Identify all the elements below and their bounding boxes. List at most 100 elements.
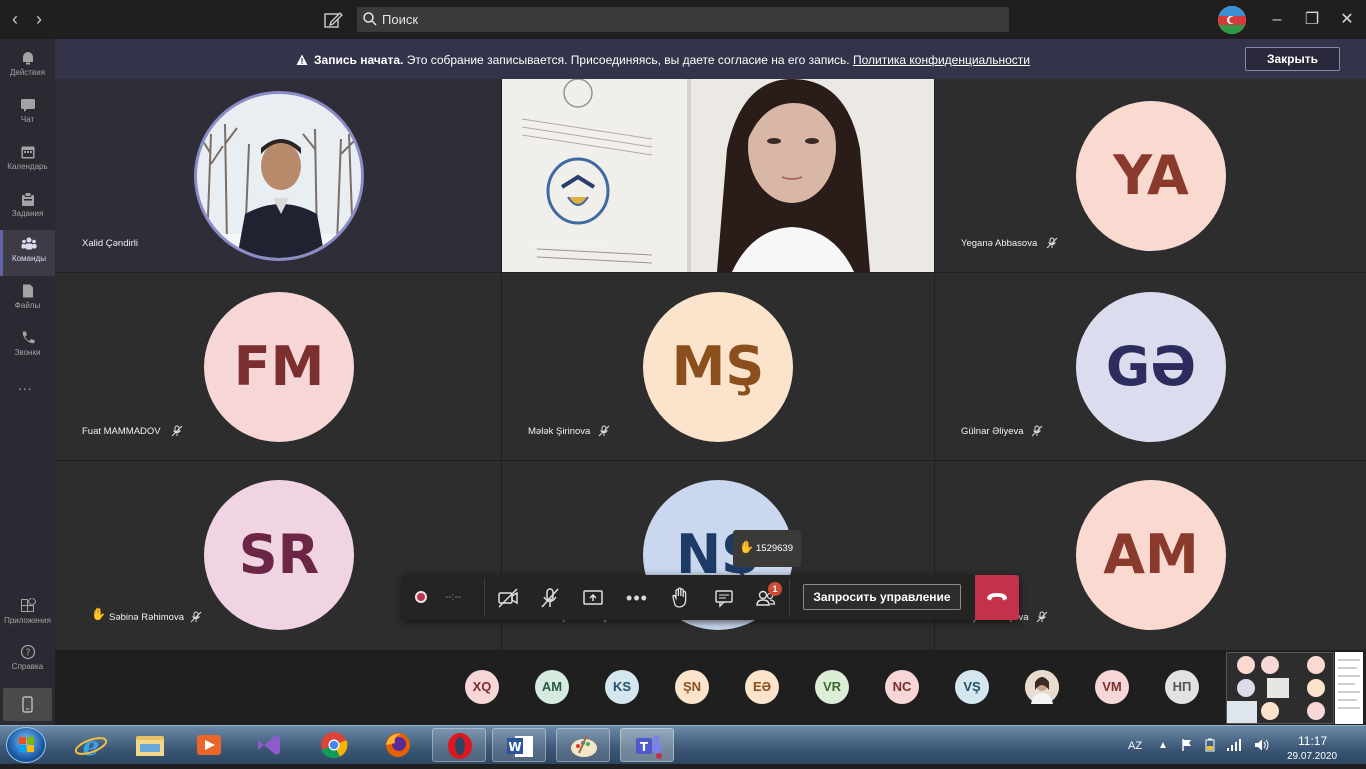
rail-item-files[interactable]: Файлы [0,277,55,323]
taskbar-explorer[interactable] [123,728,177,762]
privacy-link[interactable]: Политика конфиденциальности [853,53,1030,67]
strip-participant[interactable]: VM [1095,670,1129,704]
camera-off-icon [498,588,518,608]
chat-button[interactable] [711,585,737,611]
hang-up-button[interactable] [975,575,1019,620]
raised-hand-icon: ✋ [739,540,754,554]
start-button[interactable] [6,727,46,763]
participant-name: Səbinə Rəhimova [109,612,184,623]
video-tile[interactable]: FM Fuat MAMMADOV [55,273,501,460]
rail-item-calls[interactable]: Звонки [0,324,55,370]
video-tile[interactable]: AM Anya Məmişova [935,461,1366,650]
taskbar-visual-studio[interactable] [241,728,295,762]
close-banner-button[interactable]: Закрыть [1245,47,1340,71]
rail-item-help[interactable]: ? Справка [0,638,55,674]
participant-initials: MŞ [643,292,793,442]
clock-date[interactable]: 29.07.2020 [1287,751,1337,762]
strip-participant[interactable]: NC [885,670,919,704]
taskbar-chrome[interactable] [307,728,361,762]
taskbar-teams[interactable]: T [620,728,674,762]
participant-photo [1025,670,1059,704]
strip-participant[interactable]: KS [605,670,639,704]
participant-initials: FM [204,292,354,442]
device-button[interactable] [3,688,52,721]
compose-icon[interactable] [322,9,344,31]
action-center-icon[interactable] [1180,738,1194,757]
video-tile[interactable]: MŞ Mələk Şirinova [502,273,934,460]
more-apps-icon[interactable]: ... [18,377,33,393]
back-icon[interactable]: ‹ [6,10,24,28]
strip-participant[interactable]: AM [535,670,569,704]
rail-item-apps[interactable]: Приложения [0,592,55,628]
taskbar-media[interactable] [182,728,236,762]
hand-icon [672,587,687,608]
firefox-icon [386,733,410,757]
taskbar-firefox[interactable] [371,728,425,762]
mic-off-button[interactable] [537,585,563,611]
camera-off-button[interactable] [495,585,521,611]
video-tile[interactable]: SR ✋ Səbinə Rəhimova [55,461,501,650]
clock-time[interactable]: 11:17 [1298,734,1327,748]
video-tile[interactable]: NŞ Nəsibə Şahbəndəyeva [502,461,934,650]
network-signal-icon[interactable] [1226,738,1242,757]
rail-label: Чат [20,115,35,124]
rail-item-chat[interactable]: Чат [0,91,55,137]
strip-participant[interactable]: ŞN [675,670,709,704]
rail-item-assignments[interactable]: Задания [0,185,55,231]
banner-title: Запись начата. [314,53,404,67]
participant-name: Gülnar Əliyeva [961,426,1024,437]
warning-icon [296,53,308,71]
volume-icon[interactable] [1254,738,1270,757]
assignments-icon [20,191,36,207]
more-actions-button[interactable]: ••• [624,585,650,611]
word-icon: W [507,736,533,757]
maximize-icon[interactable]: ❐ [1302,10,1322,30]
taskbar-ie[interactable]: e [64,728,118,762]
banner-text: Это собрание записывается. Присоединяясь… [406,53,850,67]
folder-icon [136,736,164,756]
participant-name: Xalid Çəndirli [82,238,138,249]
avatar[interactable] [1218,6,1246,34]
strip-participant[interactable]: XQ [465,670,499,704]
svg-text:W: W [508,740,521,754]
mic-off-icon [1031,424,1043,442]
bell-icon [20,50,36,66]
video-tile[interactable]: YA Yeganə Abbasova [935,79,1366,272]
participant-initials: SR [204,480,354,630]
rail-item-activity[interactable]: Действия [0,44,55,90]
phone-device-icon [22,696,33,713]
share-screen-button[interactable] [580,585,606,611]
video-tile[interactable]: Xalid Çəndirli [55,79,501,272]
forward-icon[interactable]: › [30,10,48,28]
strip-participant[interactable]: НП [1165,670,1199,704]
raise-hand-button[interactable] [666,585,692,611]
chat-icon [715,590,733,608]
video-grid: Xalid Çəndirli Gülsarə Həsənova YA Yegan… [55,79,1366,650]
taskbar-word[interactable]: W [492,728,546,762]
teams-icon [21,236,37,252]
request-control-button[interactable]: Запросить управление [803,584,961,610]
taskbar-paint[interactable] [556,728,610,762]
battery-icon[interactable] [1203,738,1217,757]
mic-off-icon [541,588,559,608]
video-tile[interactable]: GƏ Gülnar Əliyeva [935,273,1366,460]
svg-text:?: ? [25,648,30,659]
rail-item-calendar[interactable]: Календарь [0,138,55,184]
input-language[interactable]: AZ [1128,740,1142,752]
tray-expand-icon[interactable]: ▲ [1158,740,1168,751]
participant-initials: AM [1076,480,1226,630]
video-tile[interactable]: Gülsarə Həsənova [502,79,934,272]
minimize-icon[interactable]: – [1267,10,1287,30]
close-window-icon[interactable]: ✕ [1337,10,1357,30]
mini-gallery-preview[interactable] [1226,652,1334,724]
participants-badge: 1 [768,582,782,596]
strip-participant[interactable]: VR [815,670,849,704]
strip-participant[interactable]: VŞ [955,670,989,704]
hang-up-icon [987,593,1007,601]
search-input[interactable] [357,7,1009,32]
rail-item-teams[interactable]: Команды [0,230,55,276]
strip-participant[interactable] [1025,670,1059,704]
strip-participant[interactable]: EƏ [745,670,779,704]
taskbar-opera[interactable] [432,728,486,762]
rail-label: Файлы [14,301,41,310]
